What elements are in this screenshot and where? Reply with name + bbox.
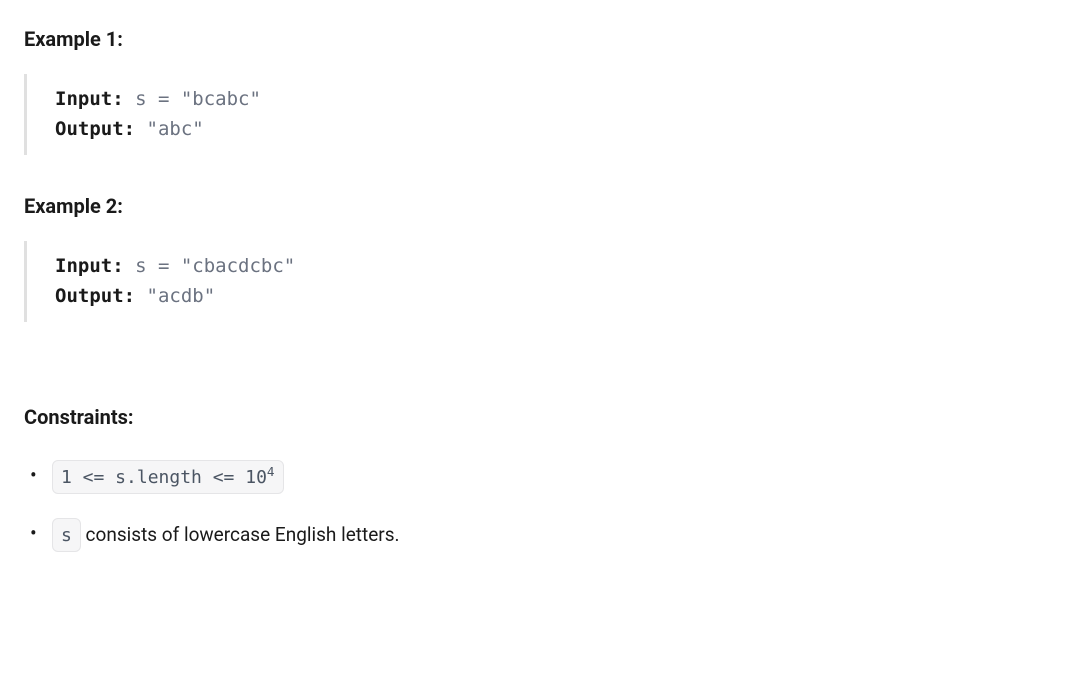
- example-1-code-block: Input: s = "bcabc" Output: "abc": [24, 74, 1050, 155]
- constraint-code-sup: 4: [267, 464, 275, 479]
- example-1-output-line: Output: "abc": [55, 114, 1050, 144]
- constraint-text: consists of lowercase English letters.: [81, 523, 400, 546]
- constraint-item-2: s consists of lowercase English letters.: [24, 518, 1050, 552]
- example-1-input-line: Input: s = "bcabc": [55, 84, 1050, 114]
- example-2-output-line: Output: "acdb": [55, 281, 1050, 311]
- input-value: s = "bcabc": [135, 88, 261, 110]
- constraint-code-prefix: s: [61, 525, 72, 546]
- example-2-input-line: Input: s = "cbacdcbc": [55, 251, 1050, 281]
- constraint-item-1: 1 <= s.length <= 104: [24, 460, 1050, 494]
- constraints-list: 1 <= s.length <= 104 s consists of lower…: [24, 460, 1050, 552]
- constraint-code: 1 <= s.length <= 104: [52, 460, 284, 494]
- input-value: s = "cbacdcbc": [135, 255, 295, 277]
- example-2-section: Example 2: Input: s = "cbacdcbc" Output:…: [24, 191, 1050, 322]
- input-label: Input:: [55, 88, 135, 110]
- input-label: Input:: [55, 255, 135, 277]
- example-2-code-block: Input: s = "cbacdcbc" Output: "acdb": [24, 241, 1050, 322]
- constraint-code: s: [52, 518, 81, 552]
- output-value: "abc": [147, 118, 204, 140]
- constraints-heading: Constraints:: [24, 402, 1050, 432]
- output-label: Output:: [55, 118, 147, 140]
- output-value: "acdb": [147, 285, 216, 307]
- constraints-section: Constraints: 1 <= s.length <= 104 s cons…: [24, 402, 1050, 552]
- example-1-section: Example 1: Input: s = "bcabc" Output: "a…: [24, 24, 1050, 155]
- constraint-code-prefix: 1 <= s.length <= 10: [61, 467, 267, 488]
- output-label: Output:: [55, 285, 147, 307]
- example-1-heading: Example 1:: [24, 24, 1050, 54]
- example-2-heading: Example 2:: [24, 191, 1050, 221]
